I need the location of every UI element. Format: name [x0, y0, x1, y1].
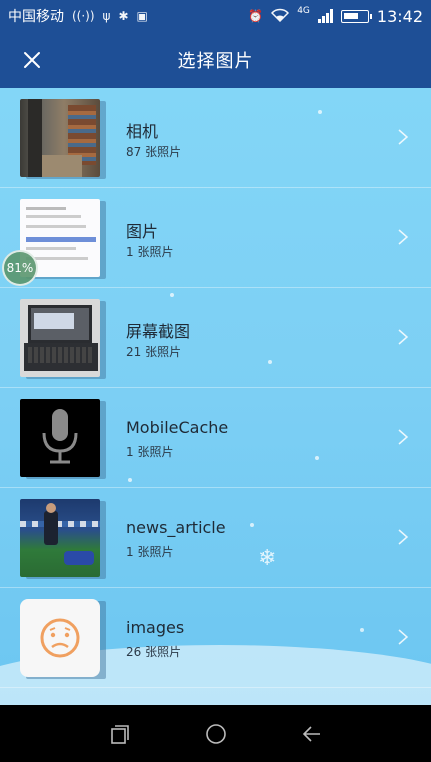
home-button[interactable] — [200, 718, 232, 750]
album-count: 21 张照片 — [126, 345, 182, 359]
status-bar: 中国移动 ((·)) ψ ✱ ▣ ⏰ 4G 13:42 — [0, 0, 431, 32]
album-thumbnail — [20, 599, 106, 679]
album-row-screenshots[interactable]: 屏幕截图 21 张照片 — [0, 288, 431, 388]
close-button[interactable] — [18, 46, 46, 74]
chevron-right-icon — [398, 429, 409, 445]
sad-face-icon — [20, 599, 100, 677]
wifi-icon — [271, 8, 290, 25]
recent-apps-icon — [110, 724, 129, 744]
navigation-bar — [0, 705, 431, 762]
album-row-mobilecache[interactable]: MobileCache 1 张照片 — [0, 388, 431, 488]
album-name: images — [126, 618, 185, 637]
album-list[interactable]: ❄ 相机 87 张照片 图片 1 张照片 屏幕截图 21 张照片 MobileC… — [0, 88, 431, 705]
back-button[interactable] — [296, 718, 328, 750]
close-icon — [24, 52, 40, 68]
home-icon — [205, 723, 226, 744]
album-thumbnail — [20, 499, 106, 579]
clock: 13:42 — [376, 6, 423, 26]
album-count: 26 张照片 — [126, 645, 182, 659]
debug-icon: ✱ — [118, 9, 129, 23]
network-type-label: 4G — [297, 6, 310, 16]
album-name: MobileCache — [126, 418, 229, 437]
signal-icon — [317, 9, 333, 23]
carrier-label: 中国移动 — [8, 9, 64, 25]
album-thumbnail — [20, 99, 106, 179]
battery-icon — [340, 9, 372, 23]
usb-icon: ψ — [102, 9, 111, 23]
album-row-images[interactable]: images 26 张照片 — [0, 588, 431, 688]
page-title: 选择图片 — [177, 51, 254, 72]
hotspot-icon: ((·)) — [72, 9, 95, 23]
chevron-right-icon — [398, 629, 409, 645]
album-count: 87 张照片 — [126, 145, 182, 159]
album-count: 1 张照片 — [126, 545, 174, 559]
back-arrow-icon — [302, 725, 320, 742]
album-row-pictures[interactable]: 图片 1 张照片 — [0, 188, 431, 288]
album-row-camera[interactable]: 相机 87 张照片 — [0, 88, 431, 188]
floating-memory-badge[interactable]: 81% — [2, 250, 38, 286]
alarm-icon: ⏰ — [248, 9, 264, 23]
album-name: 屏幕截图 — [126, 322, 191, 341]
microphone-icon — [20, 399, 100, 477]
chevron-right-icon — [398, 129, 409, 145]
album-name: 相机 — [126, 122, 159, 141]
album-count: 1 张照片 — [126, 245, 174, 259]
image-notification-icon: ▣ — [136, 9, 148, 23]
recent-apps-button[interactable] — [104, 718, 136, 750]
album-thumbnail — [20, 399, 106, 479]
album-thumbnail — [20, 299, 106, 379]
album-name: news_article — [126, 518, 226, 537]
album-count: 1 张照片 — [126, 445, 174, 459]
chevron-right-icon — [398, 229, 409, 245]
album-name: 图片 — [126, 222, 159, 241]
chevron-right-icon — [398, 529, 409, 545]
album-row-news-article[interactable]: news_article 1 张照片 — [0, 488, 431, 588]
chevron-right-icon — [398, 329, 409, 345]
title-bar: 选择图片 — [0, 32, 431, 88]
